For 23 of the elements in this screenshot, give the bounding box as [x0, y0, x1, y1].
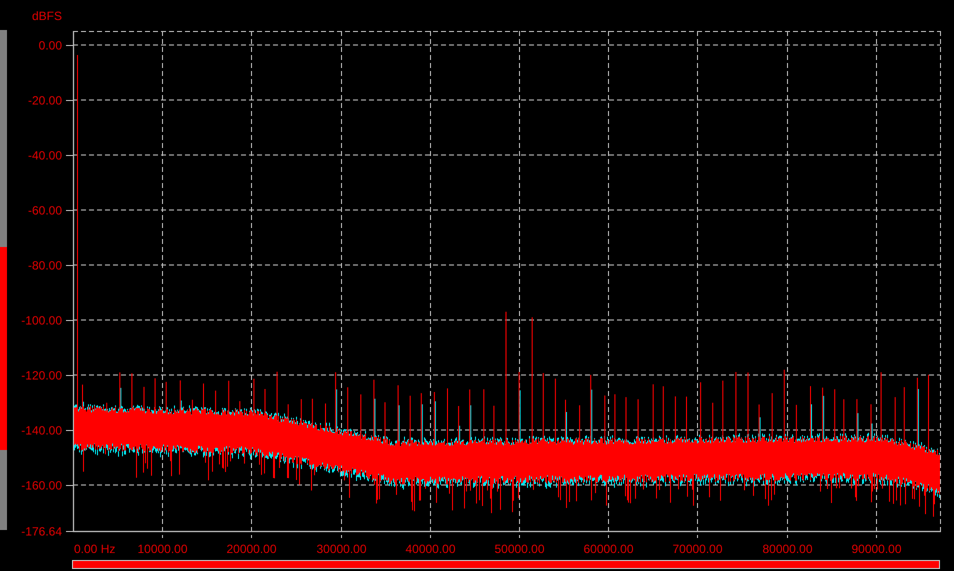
y-tick-label: -60.00	[28, 204, 62, 218]
x-tick-label: 80000.00	[762, 542, 813, 556]
y-tick-label: -40.00	[28, 148, 62, 162]
x-tick-label: 50000.00	[494, 542, 545, 556]
y-tick-label: -100.00	[21, 314, 62, 328]
y-tick-label: -140.00	[21, 424, 62, 438]
x-tick-label: 60000.00	[583, 542, 634, 556]
x-tick-label: 30000.00	[316, 542, 367, 556]
y-tick-label: 0.00	[38, 38, 62, 52]
y-tick-label: -160.00	[21, 478, 62, 492]
axis-title: dBFS	[32, 9, 62, 23]
x-tick-label: 20000.00	[226, 542, 277, 556]
x-tick-label: 0.00 Hz	[74, 542, 116, 556]
x-tick-label: 40000.00	[405, 542, 456, 556]
y-tick-label: -80.00	[28, 258, 62, 272]
y-tick-label: -120.00	[21, 368, 62, 382]
x-tick-label: 10000.00	[137, 542, 188, 556]
y-tick-label: -176.64	[21, 524, 62, 538]
y-tick-label: -20.00	[28, 94, 62, 108]
x-tick-label: 90000.00	[851, 542, 902, 556]
x-tick-label: 70000.00	[672, 542, 723, 556]
scrollbar-thumb[interactable]	[0, 247, 7, 450]
horizontal-scrollbar[interactable]	[72, 560, 940, 569]
